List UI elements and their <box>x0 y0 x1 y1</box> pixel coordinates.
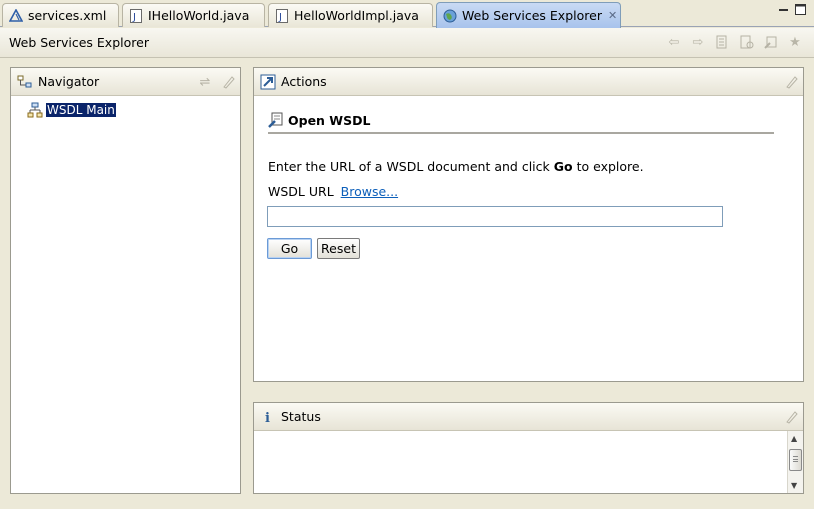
clear-status-icon[interactable] <box>783 409 799 425</box>
maximize-actions-icon[interactable] <box>783 74 799 90</box>
tab-helloworldimpl-java[interactable]: J HelloWorldImpl.java <box>268 3 433 27</box>
navigator-tree-icon <box>17 74 33 90</box>
actions-title: Actions <box>281 74 327 89</box>
minimize-icon[interactable] <box>778 4 789 15</box>
svg-text:J: J <box>278 12 282 23</box>
scroll-thumb[interactable] <box>789 449 802 471</box>
explorer-title-bar: Web Services Explorer ⇦ ⇨ ★ <box>0 28 814 58</box>
tab-label: services.xml <box>28 8 107 23</box>
editor-tab-bar: services.xml J IHelloWorld.java J HelloW… <box>0 0 814 28</box>
globe-icon <box>443 9 457 23</box>
wsdl-url-label: WSDL URL <box>268 184 334 199</box>
link-nodes-icon[interactable]: ⇌ <box>197 74 213 90</box>
status-scrollbar[interactable]: ▲ ▼ <box>787 431 803 493</box>
wsdl-url-input[interactable] <box>267 206 723 227</box>
tree-node-wsdl-main[interactable]: WSDL Main <box>27 101 116 119</box>
go-button[interactable]: Go <box>267 238 312 259</box>
instruction-text: Enter the URL of a WSDL document and cli… <box>268 159 644 174</box>
open-wsdl-icon <box>268 111 284 129</box>
tab-web-services-explorer[interactable]: Web Services Explorer ✕ <box>436 2 621 28</box>
instruction-go: Go <box>553 159 573 174</box>
actions-panel: Actions Open WSDL Enter the URL of a WSD… <box>253 67 804 382</box>
tab-label: Web Services Explorer <box>462 8 602 23</box>
scroll-up-icon[interactable]: ▲ <box>791 434 797 443</box>
navigator-header: Navigator ⇌ <box>11 68 240 96</box>
status-panel: i Status ▲ ▼ <box>253 402 804 494</box>
wsdl-url-row: WSDL URL Browse... <box>268 184 398 199</box>
maximize-icon[interactable] <box>795 4 806 15</box>
java-file-icon: J <box>129 8 143 23</box>
instruction-suffix: to explore. <box>576 159 644 174</box>
open-wsdl-section-header: Open WSDL <box>268 108 774 134</box>
clear-navigator-icon[interactable] <box>220 74 236 90</box>
xml-file-icon <box>9 8 23 23</box>
java-file-icon: J <box>275 8 289 23</box>
scroll-down-icon[interactable]: ▼ <box>791 481 797 490</box>
instruction-prefix: Enter the URL of a WSDL document and cli… <box>268 159 550 174</box>
explorer-title: Web Services Explorer <box>9 35 149 50</box>
close-tab-icon[interactable]: ✕ <box>608 9 617 22</box>
navigator-panel: Navigator ⇌ WSDL Main <box>10 67 241 494</box>
wsdl-page-icon[interactable] <box>763 34 779 50</box>
tab-services-xml[interactable]: services.xml <box>2 3 119 27</box>
browse-link[interactable]: Browse... <box>341 184 398 199</box>
forward-arrow-icon[interactable]: ⇨ <box>690 34 706 50</box>
actions-arrow-icon <box>260 74 276 90</box>
status-header: i Status <box>254 403 803 431</box>
navigator-title: Navigator <box>38 74 100 89</box>
section-title: Open WSDL <box>288 112 371 128</box>
favorites-star-icon[interactable]: ★ <box>787 34 803 50</box>
uddi-page-icon[interactable] <box>714 34 730 50</box>
status-title: Status <box>281 409 321 424</box>
wsdl-tree-icon <box>27 102 43 118</box>
tree-node-label: WSDL Main <box>46 103 116 117</box>
info-icon: i <box>260 409 276 425</box>
wsil-page-icon[interactable] <box>739 34 755 50</box>
tab-label: HelloWorldImpl.java <box>294 8 419 23</box>
back-arrow-icon[interactable]: ⇦ <box>666 34 682 50</box>
actions-header: Actions <box>254 68 803 96</box>
svg-text:J: J <box>132 12 136 23</box>
svg-text:i: i <box>265 411 270 425</box>
tab-ihelloworld-java[interactable]: J IHelloWorld.java <box>122 3 265 27</box>
tab-label: IHelloWorld.java <box>148 8 250 23</box>
reset-button[interactable]: Reset <box>317 238 360 259</box>
